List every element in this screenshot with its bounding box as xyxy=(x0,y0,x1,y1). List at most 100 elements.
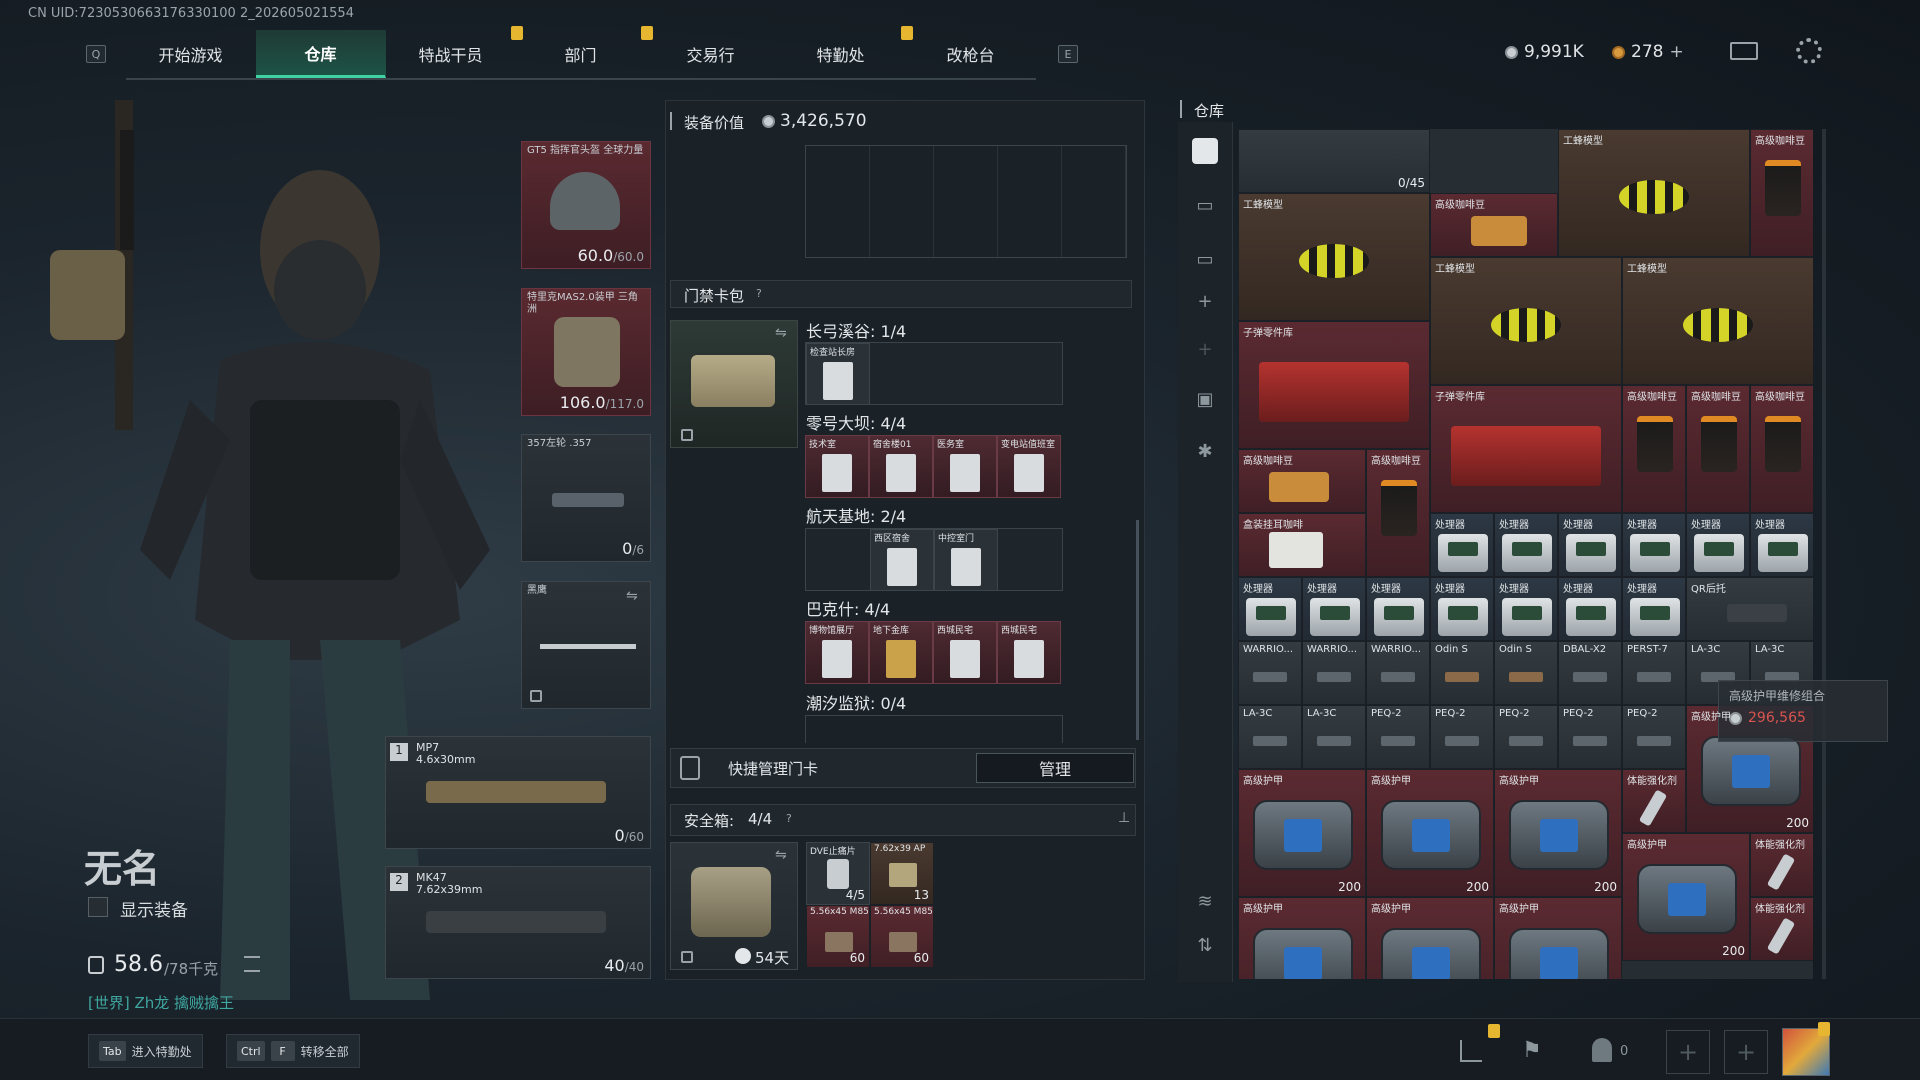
storage-item[interactable]: 高级护甲 xyxy=(1494,897,1622,979)
armor-slot[interactable]: 特里克MAS2.0装甲 三角洲 106.0/117.0 xyxy=(521,288,651,416)
keycard-slot[interactable]: 医务室 xyxy=(933,435,997,498)
help-icon[interactable]: ? xyxy=(756,287,762,300)
add-squad-slot[interactable]: + xyxy=(1666,1030,1710,1074)
keycard-slot[interactable]: 地下金库 xyxy=(869,621,933,684)
tab-storage[interactable]: 仓库 xyxy=(256,30,386,78)
gold-currency[interactable]: 278 + xyxy=(1612,42,1684,62)
add-squad-slot[interactable]: + xyxy=(1724,1030,1768,1074)
storage-item[interactable]: QR后托 xyxy=(1686,577,1813,641)
storage-item[interactable]: 高级护甲 200 xyxy=(1686,705,1813,833)
storage-item[interactable]: 高级咖啡豆 xyxy=(1238,449,1366,513)
storage-item[interactable]: PEQ-2 xyxy=(1430,705,1494,769)
storage-home-icon[interactable] xyxy=(1192,138,1218,164)
keycard-slot[interactable]: 宿舍楼01 xyxy=(869,435,933,498)
enter-special-ops-hint[interactable]: Tab 进入特勤处 xyxy=(88,1034,203,1068)
storage-item[interactable]: 处理器 xyxy=(1558,513,1622,577)
tab-department[interactable]: 部门 xyxy=(516,26,653,78)
silver-currency[interactable]: 9,991K xyxy=(1505,42,1584,62)
stats-chart-icon[interactable] xyxy=(1460,1040,1482,1062)
storage-item[interactable]: PEQ-2 xyxy=(1622,705,1686,769)
primary-weapon-1-slot[interactable]: 1 MP7 4.6x30mm 0/60 xyxy=(385,736,651,849)
keycard-slot[interactable]: 博物馆展厅 xyxy=(805,621,869,684)
storage-item[interactable]: 高级护甲 xyxy=(1366,897,1494,979)
storage-item[interactable]: 处理器 xyxy=(1494,513,1558,577)
settings-gear-icon[interactable] xyxy=(1796,38,1822,64)
pistol-slot[interactable]: 357左轮 .357 0/6 xyxy=(521,434,651,562)
storage-item[interactable]: 处理器 xyxy=(1430,513,1494,577)
storage-item[interactable]: 高级咖啡豆 xyxy=(1686,385,1750,513)
keycard-slot[interactable]: 西城民宅 xyxy=(997,621,1061,684)
storage-item[interactable]: 处理器 xyxy=(1238,577,1302,641)
storage-item[interactable]: 高级咖啡豆 xyxy=(1750,129,1813,257)
tab-special-ops[interactable]: 特勤处 xyxy=(776,26,913,78)
storage-item[interactable]: 工蜂模型 xyxy=(1430,257,1622,385)
storage-item[interactable]: 处理器 xyxy=(1686,513,1750,577)
storage-item[interactable]: 处理器 xyxy=(1494,577,1558,641)
storage-item[interactable]: 盒装挂耳咖啡 xyxy=(1238,513,1366,577)
storage-item[interactable]: 工蜂模型 xyxy=(1558,129,1750,257)
storage-item[interactable]: 处理器 xyxy=(1366,577,1430,641)
layers-icon[interactable]: ≋ xyxy=(1192,888,1218,914)
tab-gunsmith[interactable]: 改枪台 xyxy=(906,30,1036,78)
storage-item[interactable]: 处理器 xyxy=(1302,577,1366,641)
tab-operators[interactable]: 特战干员 xyxy=(386,26,523,78)
storage-item[interactable]: LA-3C xyxy=(1238,705,1302,769)
gold-add-icon[interactable]: + xyxy=(1669,42,1683,62)
world-chat[interactable]: [世界] Zh龙 擒贼擒王 xyxy=(88,992,234,1013)
safe-box-slot[interactable]: ⇋ 54天 xyxy=(670,842,798,970)
keycard-slot[interactable]: 技术室 xyxy=(805,435,869,498)
keycard-wallet-slot[interactable]: ⇋ xyxy=(670,320,798,448)
storage-item[interactable]: WARRIO... xyxy=(1302,641,1366,705)
storage-item[interactable]: PERST-7 xyxy=(1622,641,1686,705)
gear-icon[interactable]: ✱ xyxy=(1192,438,1218,464)
storage-item[interactable]: 体能强化剂 xyxy=(1622,769,1686,833)
storage-item[interactable]: 高级护甲 200 xyxy=(1622,833,1750,961)
storage-item[interactable]: 处理器 xyxy=(1558,577,1622,641)
storage-item[interactable]: 子弹零件库 xyxy=(1238,321,1430,449)
friends-icon[interactable] xyxy=(1592,1038,1612,1062)
storage-item[interactable]: 子弹零件库 xyxy=(1430,385,1622,513)
swap-icon[interactable]: ⇋ xyxy=(775,325,787,341)
storage-item[interactable]: WARRIO... xyxy=(1238,641,1302,705)
safe-item-slot[interactable]: DVE止痛片 4/5 xyxy=(806,842,870,905)
folder-icon[interactable]: ▭ xyxy=(1192,192,1218,218)
storage-item[interactable]: 高级护甲 200 xyxy=(1494,769,1622,897)
storage-item[interactable]: 处理器 xyxy=(1622,513,1686,577)
storage-item[interactable]: 高级护甲 200 xyxy=(1366,769,1494,897)
storage-item[interactable]: 处理器 xyxy=(1622,577,1686,641)
tab-market[interactable]: 交易行 xyxy=(646,30,776,78)
pin-icon[interactable]: ⊥ xyxy=(1118,810,1130,826)
sort-icon[interactable]: ⇅ xyxy=(1192,932,1218,958)
helmet-slot[interactable]: GT5 指挥官头盔 全球力量 60.0/60.0 xyxy=(521,141,651,269)
storage-item[interactable]: 高级咖啡豆 xyxy=(1430,193,1558,257)
storage-item[interactable]: 处理器 xyxy=(1750,513,1813,577)
storage-item[interactable]: 处理器 xyxy=(1430,577,1494,641)
storage-item[interactable]: DBAL-X2 xyxy=(1558,641,1622,705)
storage-item[interactable]: PEQ-2 xyxy=(1494,705,1558,769)
folder-add-icon[interactable]: ▭ xyxy=(1192,246,1218,272)
keycard-slot[interactable]: 西城民宅 xyxy=(933,621,997,684)
flag-icon[interactable]: ⚑ xyxy=(1522,1038,1542,1063)
manage-button[interactable]: 管理 xyxy=(976,753,1134,783)
storage-slot[interactable]: 0/45 xyxy=(1238,129,1430,193)
keycard-slot[interactable]: 变电站值班室 xyxy=(997,435,1061,498)
storage-item[interactable]: 体能强化剂 xyxy=(1750,833,1813,897)
storage-item[interactable]: 高级咖啡豆 xyxy=(1366,449,1430,577)
storage-item[interactable]: 高级咖啡豆 xyxy=(1622,385,1686,513)
empty-container-grid[interactable] xyxy=(805,145,1127,258)
keycard-slot[interactable]: 西区宿舍 xyxy=(870,529,934,591)
primary-weapon-2-slot[interactable]: 2 MK47 7.62x39mm 40/40 xyxy=(385,866,651,979)
storage-item[interactable]: PEQ-2 xyxy=(1558,705,1622,769)
storage-item[interactable]: PEQ-2 xyxy=(1366,705,1430,769)
scrollbar[interactable] xyxy=(1136,520,1139,740)
keycard-slot[interactable]: 中控室门 xyxy=(934,529,998,591)
storage-item[interactable]: 高级护甲 200 xyxy=(1238,769,1366,897)
storage-item[interactable]: 高级护甲 xyxy=(1238,897,1366,979)
storage-item[interactable]: Odin S xyxy=(1430,641,1494,705)
keycard-slot[interactable]: 检查站长房 xyxy=(806,343,870,405)
add-disabled-icon[interactable]: + xyxy=(1192,336,1218,362)
mail-icon[interactable] xyxy=(1730,42,1758,60)
storage-item[interactable]: 工蜂模型 xyxy=(1622,257,1813,385)
swap-icon[interactable]: ⇋ xyxy=(626,588,638,604)
storage-item[interactable]: 工蜂模型 xyxy=(1238,193,1430,321)
